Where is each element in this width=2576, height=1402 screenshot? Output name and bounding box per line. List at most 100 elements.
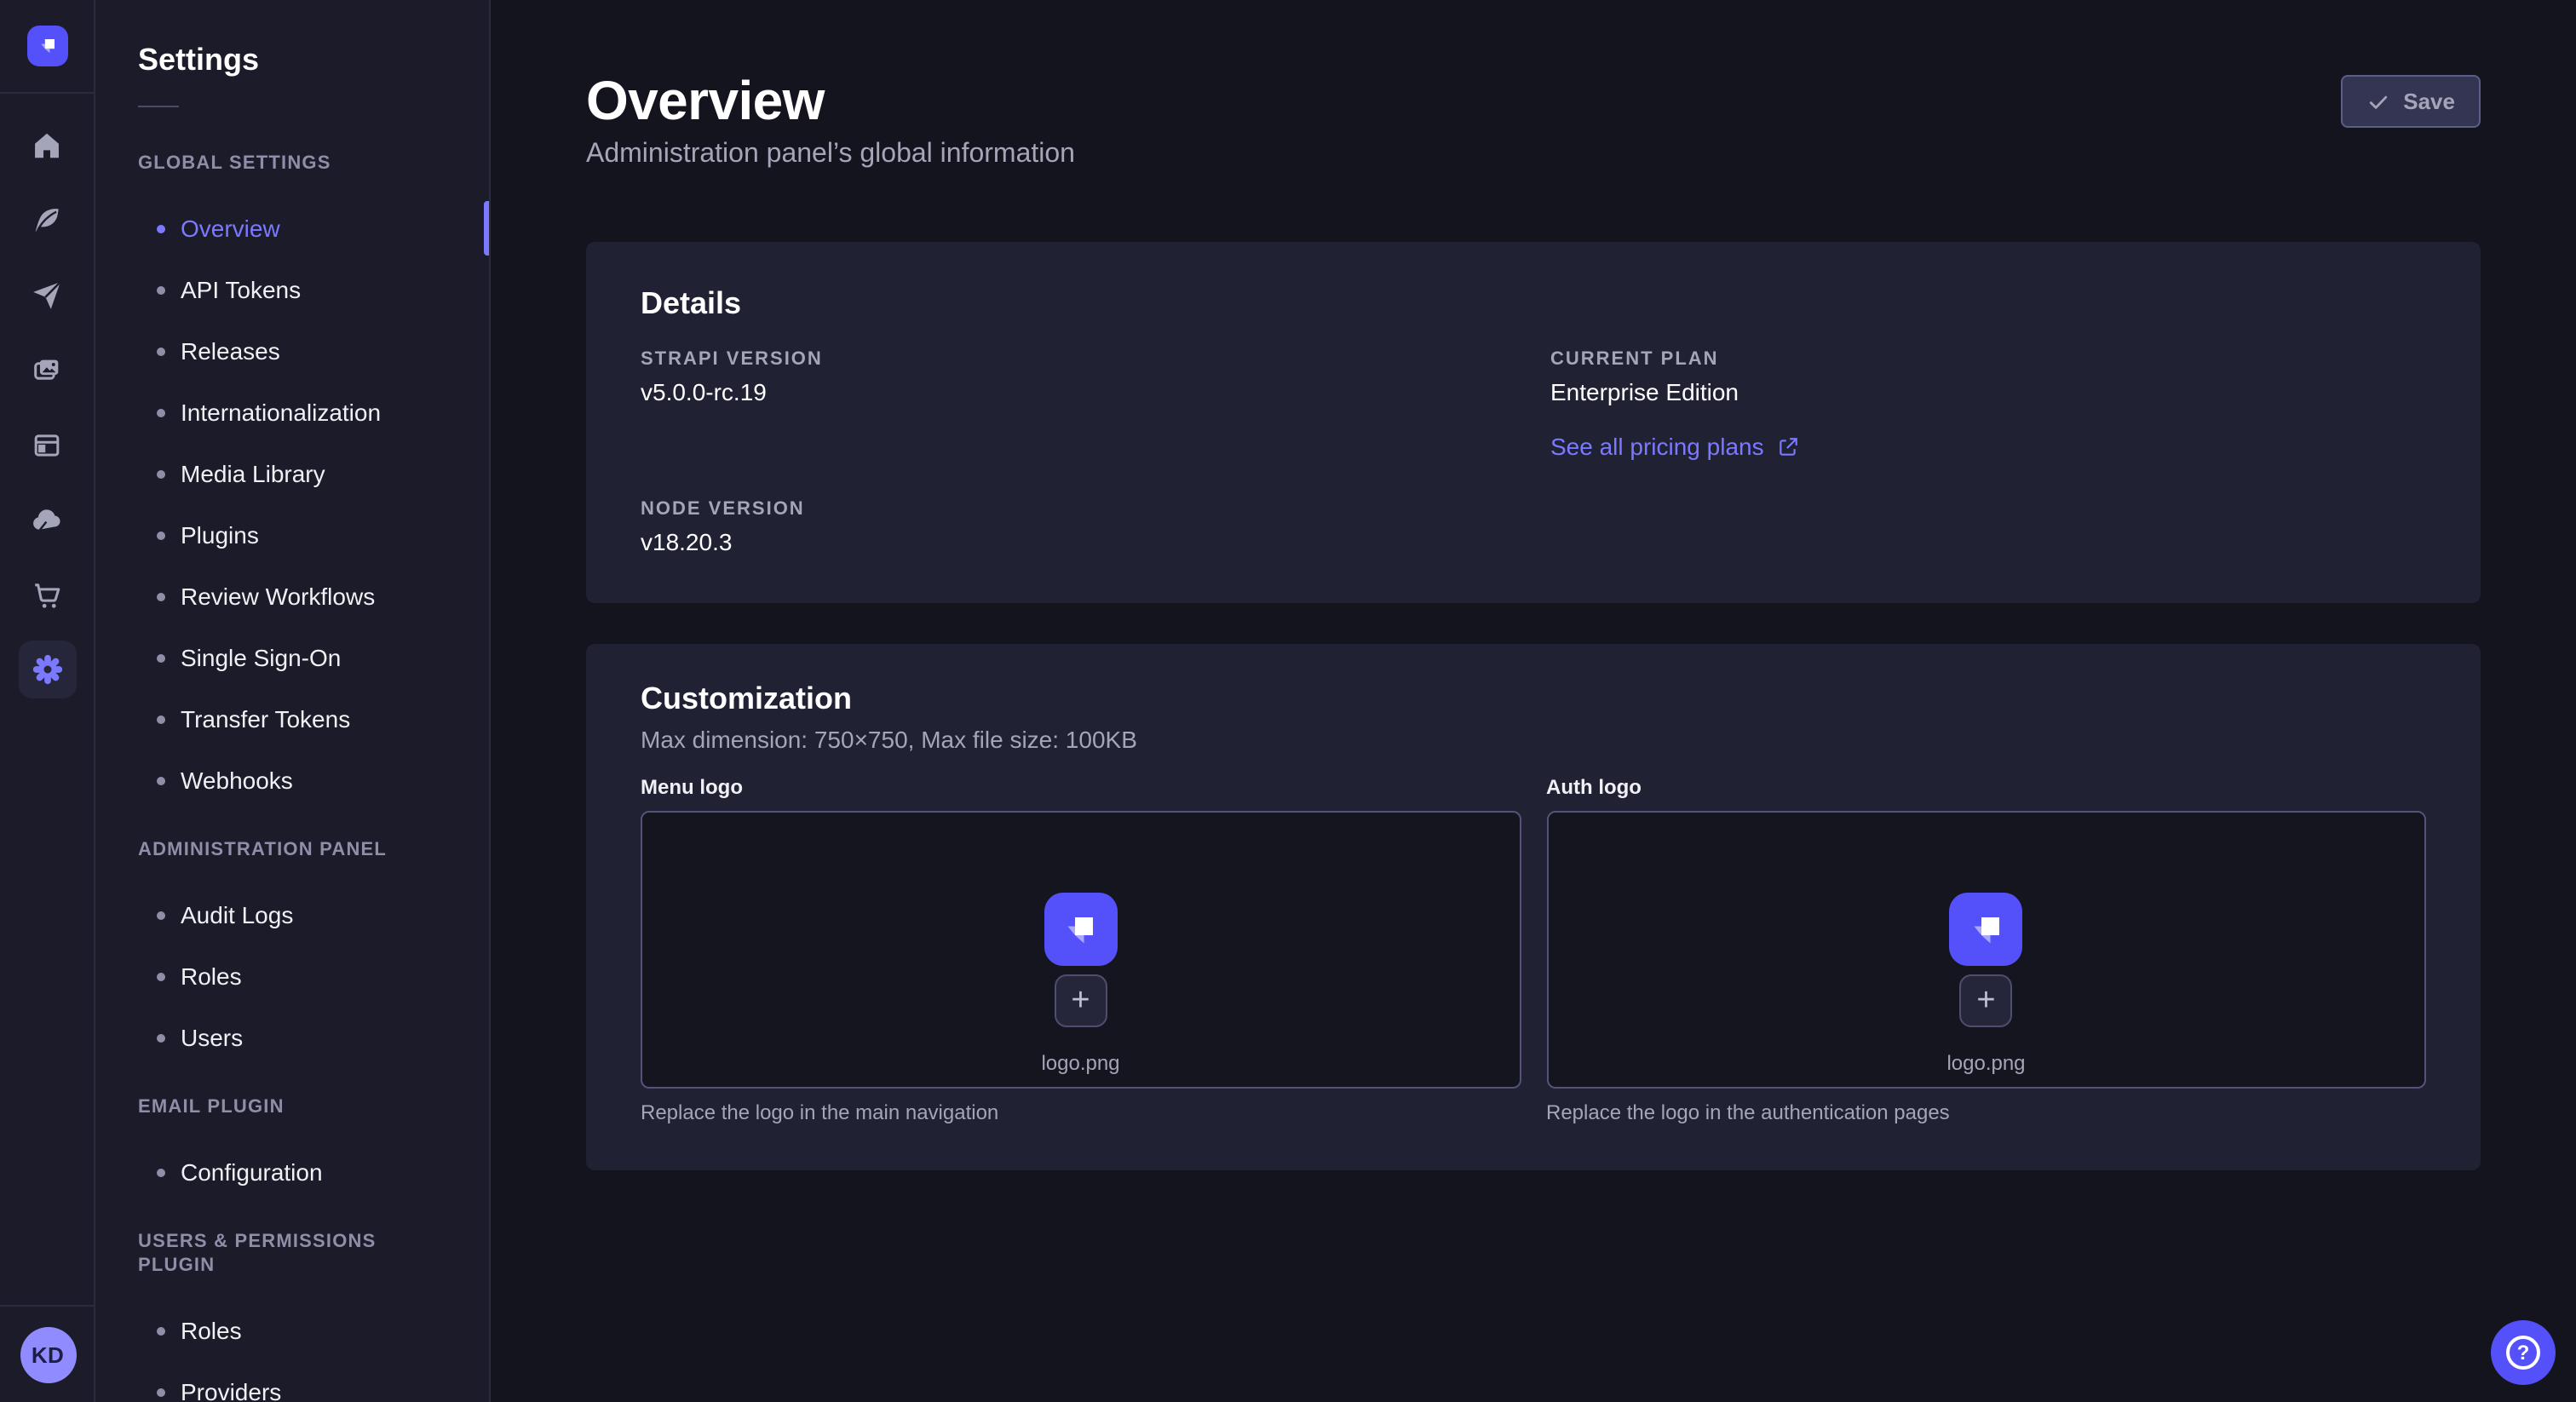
- cloud-icon[interactable]: [0, 482, 95, 557]
- sidebar-item-plugins[interactable]: Plugins: [95, 504, 489, 566]
- menu-logo-group: Menu logo + logo.png Replace the logo in…: [641, 756, 1521, 1126]
- sidebar-item-media-library[interactable]: Media Library: [95, 443, 489, 504]
- bullet-icon: [157, 911, 165, 919]
- sidebar-item-releases[interactable]: Releases: [95, 320, 489, 382]
- sidebar-item-label: Providers: [181, 1378, 281, 1402]
- strapi-logo-icon: [1055, 904, 1107, 955]
- sidebar-item-label: Audit Logs: [181, 901, 293, 928]
- menu-logo-helper: Replace the logo in the main navigation: [641, 1099, 1521, 1126]
- home-icon[interactable]: [0, 107, 95, 182]
- sidebar-item-audit-logs[interactable]: Audit Logs: [95, 884, 489, 945]
- gear-icon[interactable]: [0, 632, 95, 707]
- main-nav-rail: KD: [0, 0, 95, 1402]
- pictures-icon[interactable]: [0, 332, 95, 407]
- layout-icon[interactable]: [0, 407, 95, 482]
- rail-icon-list: [0, 94, 94, 707]
- cart-icon[interactable]: [0, 557, 95, 632]
- details-card-title: Details: [641, 283, 2426, 324]
- sidebar-item-label: Media Library: [181, 460, 325, 487]
- bullet-icon: [157, 715, 165, 723]
- current-plan-label: CURRENT PLAN: [1550, 348, 2426, 371]
- sidebar-item-email-configuration[interactable]: Configuration: [95, 1141, 489, 1203]
- menu-logo-label: Menu logo: [641, 773, 1521, 801]
- bullet-icon: [157, 1388, 165, 1396]
- sidebar-item-up-providers[interactable]: Providers: [95, 1361, 489, 1402]
- sidebar-item-label: Plugins: [181, 521, 259, 549]
- menu-logo-add-button[interactable]: +: [1055, 974, 1107, 1027]
- bullet-icon: [157, 1033, 165, 1042]
- bullet-icon: [157, 592, 165, 600]
- sidebar-item-label: Releases: [181, 337, 280, 365]
- current-plan-value: Enterprise Edition: [1550, 375, 2426, 409]
- plus-icon: +: [1976, 985, 1995, 1017]
- sidebar-item-internationalization[interactable]: Internationalization: [95, 382, 489, 443]
- sidebar-item-label: Webhooks: [181, 767, 293, 794]
- check-icon: [2366, 89, 2389, 113]
- sidebar-item-review-workflows[interactable]: Review Workflows: [95, 566, 489, 627]
- section-global-settings-items: Overview API Tokens Releases Internation…: [95, 198, 489, 811]
- sidebar-item-label: Internationalization: [181, 399, 381, 426]
- external-link-icon: [1778, 435, 1800, 457]
- bullet-icon: [157, 408, 165, 417]
- bullet-icon: [157, 347, 165, 355]
- bullet-icon: [157, 972, 165, 980]
- auth-logo-helper: Replace the logo in the authentication p…: [1546, 1099, 2426, 1126]
- sidebar-item-single-sign-on[interactable]: Single Sign-On: [95, 627, 489, 688]
- sidebar-item-transfer-tokens[interactable]: Transfer Tokens: [95, 688, 489, 750]
- sidebar-item-label: Overview: [181, 215, 280, 242]
- auth-logo-add-button[interactable]: +: [1960, 974, 2013, 1027]
- sidebar-item-label: Review Workflows: [181, 583, 375, 610]
- sidebar-item-admin-users[interactable]: Users: [95, 1007, 489, 1068]
- node-version-field: NODE VERSION v18.20.3: [641, 497, 1516, 559]
- paper-plane-icon[interactable]: [0, 257, 95, 332]
- section-administration-panel: ADMINISTRATION PANEL: [138, 838, 446, 862]
- avatar[interactable]: KD: [20, 1326, 76, 1382]
- sidebar-item-label: Users: [181, 1024, 243, 1051]
- auth-logo-preview: [1950, 893, 2023, 966]
- settings-active-tile: [18, 641, 76, 698]
- pricing-plans-link[interactable]: See all pricing plans: [1550, 429, 1800, 463]
- bullet-icon: [157, 224, 165, 233]
- pricing-plans-link-label: See all pricing plans: [1550, 429, 1764, 463]
- bullet-icon: [157, 653, 165, 662]
- sidebar-item-label: Single Sign-On: [181, 644, 341, 671]
- sidebar-item-overview[interactable]: Overview: [95, 198, 489, 259]
- rail-header: [0, 0, 94, 94]
- sidebar-item-label: Roles: [181, 962, 242, 990]
- details-card: Details STRAPI VERSION v5.0.0-rc.19 NODE…: [586, 242, 2481, 603]
- subnav-divider: [138, 106, 179, 107]
- section-email-plugin: EMAIL PLUGIN: [138, 1095, 446, 1119]
- section-users-permissions-items: Roles Providers: [95, 1300, 489, 1402]
- strapi-logo[interactable]: [26, 26, 67, 66]
- feather-icon[interactable]: [0, 182, 95, 257]
- strapi-version-label: STRAPI VERSION: [641, 348, 1516, 371]
- sidebar-item-admin-roles[interactable]: Roles: [95, 945, 489, 1007]
- section-administration-panel-items: Audit Logs Roles Users: [95, 884, 489, 1068]
- bullet-icon: [157, 1168, 165, 1176]
- menu-logo-upload-box[interactable]: + logo.png: [641, 811, 1521, 1089]
- strapi-logo-icon: [33, 32, 60, 60]
- sidebar-item-up-roles[interactable]: Roles: [95, 1300, 489, 1361]
- section-global-settings: GLOBAL SETTINGS: [138, 152, 446, 175]
- customization-card-subtitle: Max dimension: 750×750, Max file size: 1…: [641, 722, 2426, 756]
- menu-logo-preview: [1044, 893, 1118, 966]
- menu-logo-filename: logo.png: [1041, 1049, 1119, 1077]
- app-window: KD Settings GLOBAL SETTINGS Overview API…: [0, 0, 2576, 1402]
- auth-logo-filename: logo.png: [1946, 1049, 2025, 1077]
- section-users-permissions-plugin: USERS & PERMISSIONS PLUGIN: [138, 1230, 446, 1278]
- sidebar-item-api-tokens[interactable]: API Tokens: [95, 259, 489, 320]
- help-button[interactable]: ?: [2491, 1320, 2556, 1385]
- customization-card: Customization Max dimension: 750×750, Ma…: [586, 644, 2481, 1170]
- strapi-version-value: v5.0.0-rc.19: [641, 375, 1516, 409]
- strapi-logo-icon: [1961, 904, 2012, 955]
- plus-icon: +: [1071, 985, 1090, 1017]
- auth-logo-upload-box[interactable]: + logo.png: [1546, 811, 2426, 1089]
- auth-logo-label: Auth logo: [1546, 773, 2426, 801]
- save-button[interactable]: Save: [2340, 75, 2481, 128]
- bullet-icon: [157, 469, 165, 478]
- details-left-column: STRAPI VERSION v5.0.0-rc.19 NODE VERSION…: [641, 348, 1516, 559]
- subnav-title: Settings: [138, 41, 489, 78]
- customization-card-title: Customization: [641, 678, 2426, 719]
- sidebar-item-webhooks[interactable]: Webhooks: [95, 750, 489, 811]
- auth-logo-group: Auth logo + logo.png Replace the logo in…: [1546, 756, 2426, 1126]
